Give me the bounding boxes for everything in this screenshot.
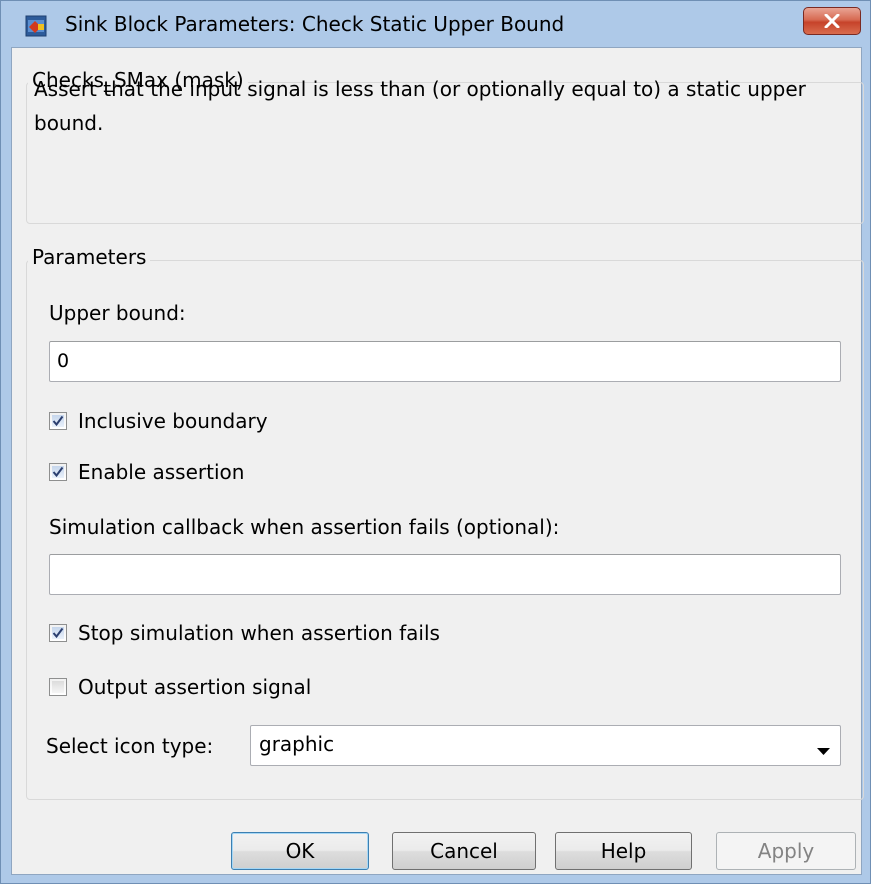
- checkmark-icon: [52, 466, 64, 478]
- help-button[interactable]: Help: [555, 832, 692, 870]
- callback-label: Simulation callback when assertion fails…: [49, 515, 560, 539]
- close-button[interactable]: [803, 7, 861, 35]
- title-bar[interactable]: Sink Block Parameters: Check Static Uppe…: [1, 1, 870, 47]
- output-signal-row[interactable]: Output assertion signal: [49, 674, 311, 700]
- checkmark-icon: [52, 415, 64, 427]
- mask-description: Assert that the input signal is less tha…: [34, 77, 806, 135]
- upper-bound-input[interactable]: 0: [49, 341, 841, 382]
- stop-simulation-checkbox[interactable]: [49, 624, 67, 642]
- apply-button[interactable]: Apply: [716, 832, 856, 870]
- close-icon: [824, 14, 840, 28]
- output-signal-label: Output assertion signal: [78, 675, 312, 699]
- checkmark-icon: [52, 627, 64, 639]
- inclusive-boundary-row[interactable]: Inclusive boundary: [49, 408, 268, 434]
- upper-bound-label: Upper bound:: [49, 301, 186, 325]
- dialog-window: Sink Block Parameters: Check Static Uppe…: [0, 0, 871, 884]
- enable-assertion-row[interactable]: Enable assertion: [49, 459, 244, 485]
- inclusive-boundary-label: Inclusive boundary: [78, 409, 268, 433]
- stop-simulation-label: Stop simulation when assertion fails: [78, 621, 440, 645]
- simulink-block-icon: [25, 15, 47, 37]
- icon-type-label: Select icon type:: [46, 734, 214, 758]
- icon-type-value: graphic: [259, 732, 335, 756]
- inclusive-boundary-checkbox[interactable]: [49, 412, 67, 430]
- icon-type-select[interactable]: graphic: [250, 725, 841, 766]
- callback-input[interactable]: [49, 554, 841, 595]
- output-signal-checkbox[interactable]: [49, 678, 67, 696]
- enable-assertion-checkbox[interactable]: [49, 463, 67, 481]
- dialog-body: Checks_SMax (mask) Assert that the input…: [11, 47, 864, 875]
- stop-simulation-row[interactable]: Stop simulation when assertion fails: [49, 620, 440, 646]
- window-title: Sink Block Parameters: Check Static Uppe…: [65, 12, 565, 36]
- parameters-group-legend: Parameters: [28, 245, 151, 269]
- chevron-down-icon: [817, 741, 830, 760]
- cancel-button[interactable]: Cancel: [392, 832, 536, 870]
- enable-assertion-label: Enable assertion: [78, 460, 245, 484]
- ok-button[interactable]: OK: [231, 832, 369, 870]
